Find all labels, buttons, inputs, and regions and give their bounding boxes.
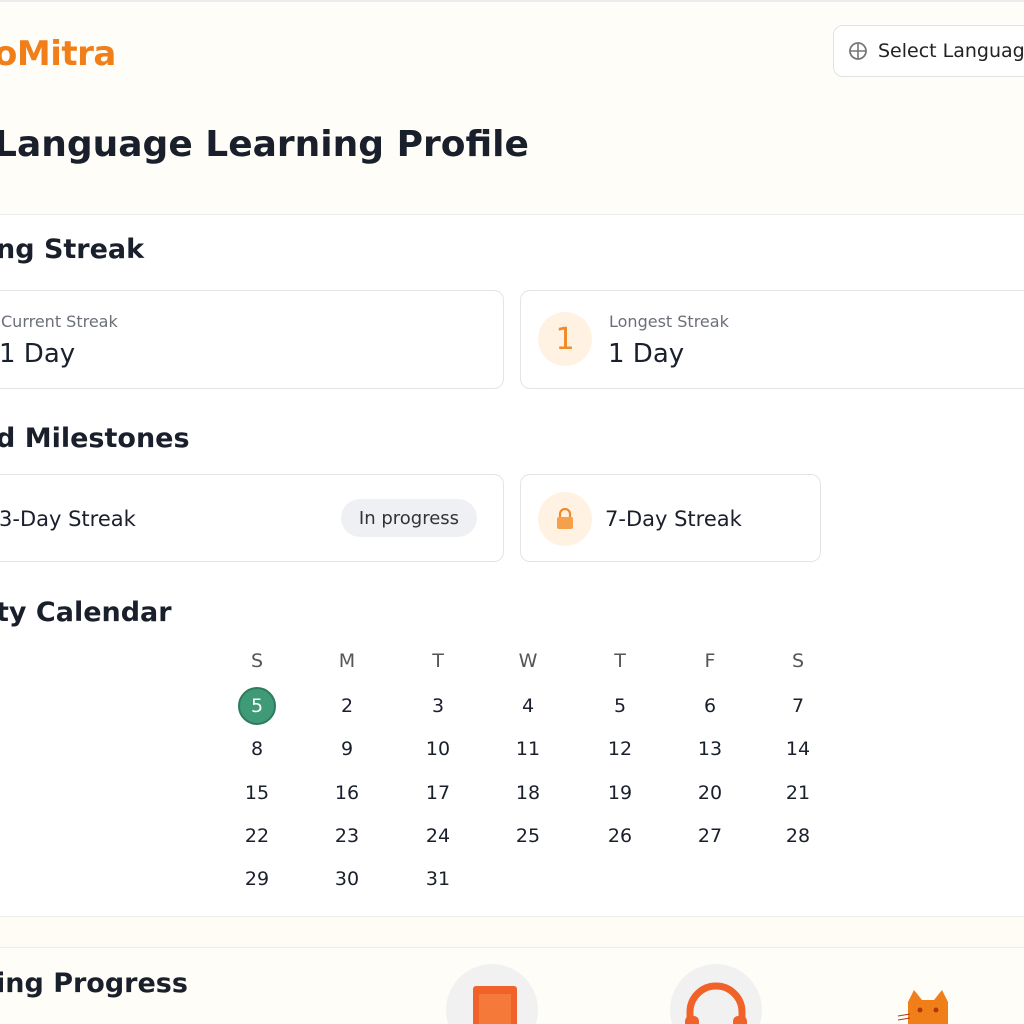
milestone-card-7-day: 7-Day Streak [520,474,821,562]
current-streak-label: Current Streak [1,312,118,331]
calendar-section-title: ty Calendar [0,597,172,628]
longest-streak-value: 1 Day [608,339,685,369]
longest-streak-card: 1 Longest Streak 1 Day [520,290,1024,389]
app-logo[interactable]: oMitra [0,34,116,74]
section-divider [0,916,1024,948]
calendar-day[interactable]: 11 [508,730,548,768]
calendar-day[interactable]: 23 [327,817,367,855]
calendar-day[interactable]: 13 [690,730,730,768]
calendar-day[interactable]: 18 [508,774,548,812]
milestone-lock-badge [538,492,592,546]
calendar-day[interactable]: 22 [237,817,277,855]
calendar-day[interactable]: 6 [690,687,730,725]
headphones-icon [685,982,747,1024]
weekday-label: W [518,650,538,672]
book-icon [473,986,517,1024]
calendar-day[interactable]: 7 [778,687,818,725]
weekday-label: S [791,650,805,672]
calendar-day[interactable]: 30 [327,860,367,898]
milestone-card-3-day: 3-Day Streak In progress [0,474,504,562]
page-title: Language Learning Profile [0,124,529,165]
longest-streak-badge-number: 1 [555,321,575,357]
weekday-label: S [250,650,264,672]
select-language-button[interactable]: Select Languag [833,25,1024,77]
calendar-day[interactable]: 3 [418,687,458,725]
milestone-name: 3-Day Streak [0,507,136,531]
calendar-day[interactable]: 14 [778,730,818,768]
calendar-day[interactable]: 4 [508,687,548,725]
select-language-label: Select Languag [878,40,1024,62]
cat-mascot-icon [897,990,948,1024]
milestone-name: 7-Day Streak [605,507,742,531]
weekday-label: F [704,650,716,672]
reading-progress-item[interactable] [446,964,538,1024]
top-border [0,0,1024,2]
current-streak-value: 1 Day [0,339,76,369]
calendar-day[interactable]: 12 [600,730,640,768]
listening-progress-item[interactable] [670,964,762,1024]
calendar-day[interactable]: 19 [600,774,640,812]
calendar-day[interactable]: 15 [237,774,277,812]
calendar-day[interactable]: 8 [237,730,277,768]
calendar-day[interactable]: 24 [418,817,458,855]
calendar-day[interactable]: 27 [690,817,730,855]
calendar-day[interactable]: 16 [327,774,367,812]
calendar-day[interactable]: 28 [778,817,818,855]
calendar-day[interactable]: 21 [778,774,818,812]
globe-icon [849,42,867,60]
calendar-day[interactable]: 25 [508,817,548,855]
mascot-progress-item[interactable] [896,988,960,1024]
calendar-day[interactable]: 20 [690,774,730,812]
calendar-day[interactable]: 10 [418,730,458,768]
calendar-day[interactable]: 5 [600,687,640,725]
longest-streak-badge: 1 [538,312,592,366]
calendar-day[interactable]: 26 [600,817,640,855]
calendar-day[interactable]: 29 [237,860,277,898]
calendar-day[interactable]: 17 [418,774,458,812]
calendar-day[interactable]: 31 [418,860,458,898]
weekday-label: M [338,650,356,672]
current-streak-card: Current Streak 1 Day [0,290,504,389]
milestones-section-title: d Milestones [0,423,190,454]
status-badge: In progress [341,499,477,537]
calendar-day-today[interactable]: 5 [238,687,276,725]
lock-icon [557,508,573,529]
calendar-day[interactable]: 2 [327,687,367,725]
streak-section-title: ng Streak [0,234,145,265]
weekday-label: T [614,650,626,672]
calendar-day[interactable]: 9 [327,730,367,768]
progress-section-title: ing Progress [0,968,188,999]
weekday-label: T [432,650,444,672]
longest-streak-label: Longest Streak [609,312,729,331]
